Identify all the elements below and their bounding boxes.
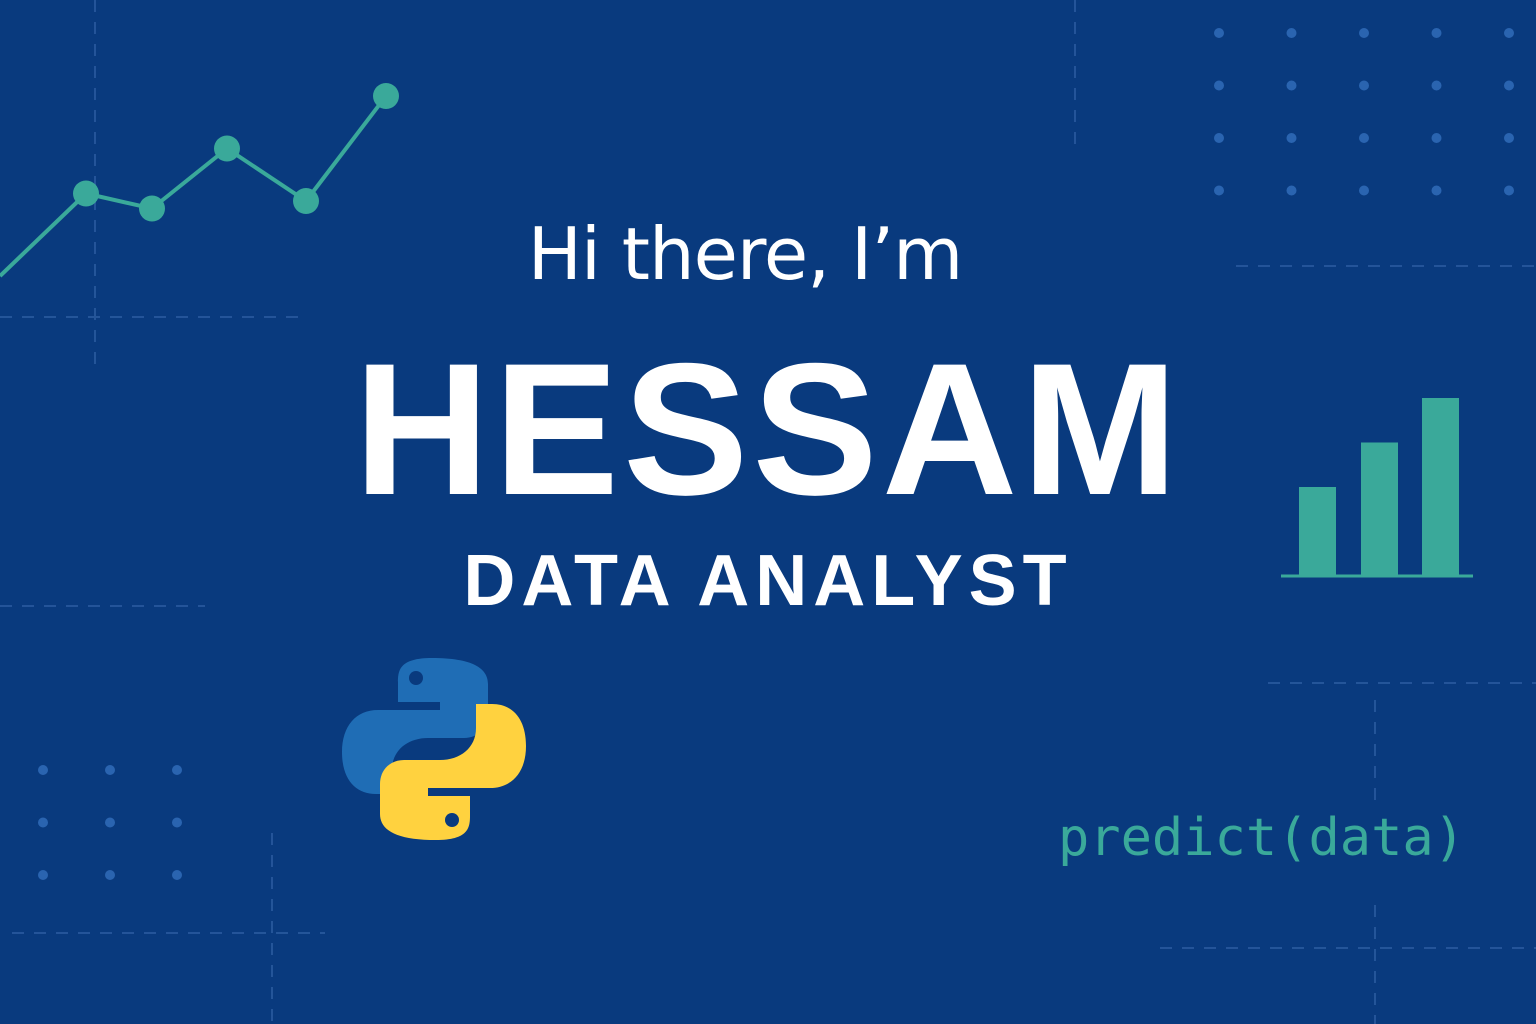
hero-banner: Hi there, I’m HESSAM DATA ANALYST predic… — [0, 0, 1536, 1024]
code-snippet: predict(data) — [1058, 808, 1465, 868]
python-logo-icon — [342, 658, 526, 840]
greeting-text: Hi there, I’m — [527, 212, 964, 296]
name-heading: HESSAM — [353, 324, 1183, 534]
role-title: DATA ANALYST — [463, 541, 1073, 621]
